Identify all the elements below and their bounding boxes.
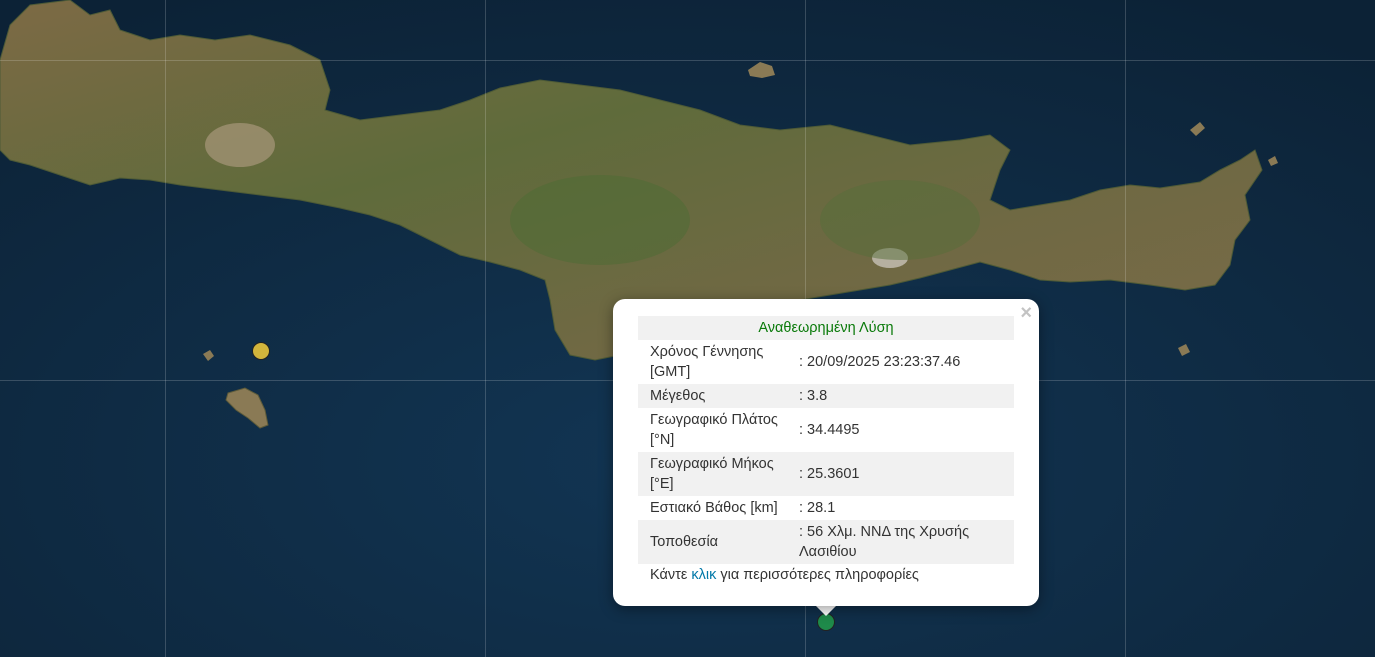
more-info-link[interactable]: κλικ: [691, 567, 716, 583]
graticule-line: [1125, 0, 1126, 657]
depth-label: Εστιακό Βάθος [km]: [650, 500, 778, 516]
lefka-ori-snow: [205, 123, 275, 167]
table-row: Γεωγραφικό Μήκος [°E] : 25.3601: [638, 452, 1014, 496]
longitude-label: Γεωγραφικό Μήκος [°E]: [650, 456, 774, 492]
latitude-value: : 34.4495: [799, 422, 860, 438]
depth-value: : 28.1: [799, 500, 836, 516]
longitude-value: : 25.3601: [799, 466, 860, 482]
more-info-suffix: για περισσότερες πληροφορίες: [716, 567, 919, 583]
magnitude-label: Μέγεθος: [650, 388, 706, 404]
location-label: Τοποθεσία: [650, 534, 719, 550]
map-canvas[interactable]: × Αναθεωρημένη Λύση Χρόνος Γέννησης [GMT…: [0, 0, 1375, 657]
location-value: : 56 Χλμ. ΝΝΔ της Χρυσής Λασιθίου: [799, 524, 970, 560]
origin-time-value: : 20/09/2025 23:23:37.46: [799, 354, 961, 370]
table-row: Αναθεωρημένη Λύση: [638, 316, 1014, 340]
magnitude-value: : 3.8: [799, 388, 828, 404]
solution-status-title: Αναθεωρημένη Λύση: [758, 320, 894, 336]
table-row: Τοποθεσία : 56 Χλμ. ΝΝΔ της Χρυσής Λασιθ…: [638, 520, 1014, 564]
earthquake-info-table: Αναθεωρημένη Λύση Χρόνος Γέννησης [GMT] …: [638, 316, 1014, 564]
table-row: Γεωγραφικό Πλάτος [°N] : 34.4495: [638, 408, 1014, 452]
green-valley: [510, 175, 690, 265]
table-row: Εστιακό Βάθος [km] : 28.1: [638, 496, 1014, 520]
graticule-line: [0, 60, 1375, 61]
earthquake-marker-west[interactable]: [252, 342, 270, 360]
popup-tip: [815, 605, 837, 616]
origin-time-label: Χρόνος Γέννησης [GMT]: [650, 344, 764, 380]
graticule-line: [165, 0, 166, 657]
graticule-line: [485, 0, 486, 657]
more-info-line: Κάντε κλικ για περισσότερες πληροφορίες: [650, 567, 919, 583]
green-plateau: [820, 180, 980, 260]
close-icon[interactable]: ×: [1020, 303, 1032, 323]
more-info-prefix: Κάντε: [650, 567, 692, 583]
table-row: Μέγεθος : 3.8: [638, 384, 1014, 408]
latitude-label: Γεωγραφικό Πλάτος [°N]: [650, 412, 778, 448]
earthquake-popup: × Αναθεωρημένη Λύση Χρόνος Γέννησης [GMT…: [613, 299, 1039, 606]
table-row: Χρόνος Γέννησης [GMT] : 20/09/2025 23:23…: [638, 340, 1014, 384]
